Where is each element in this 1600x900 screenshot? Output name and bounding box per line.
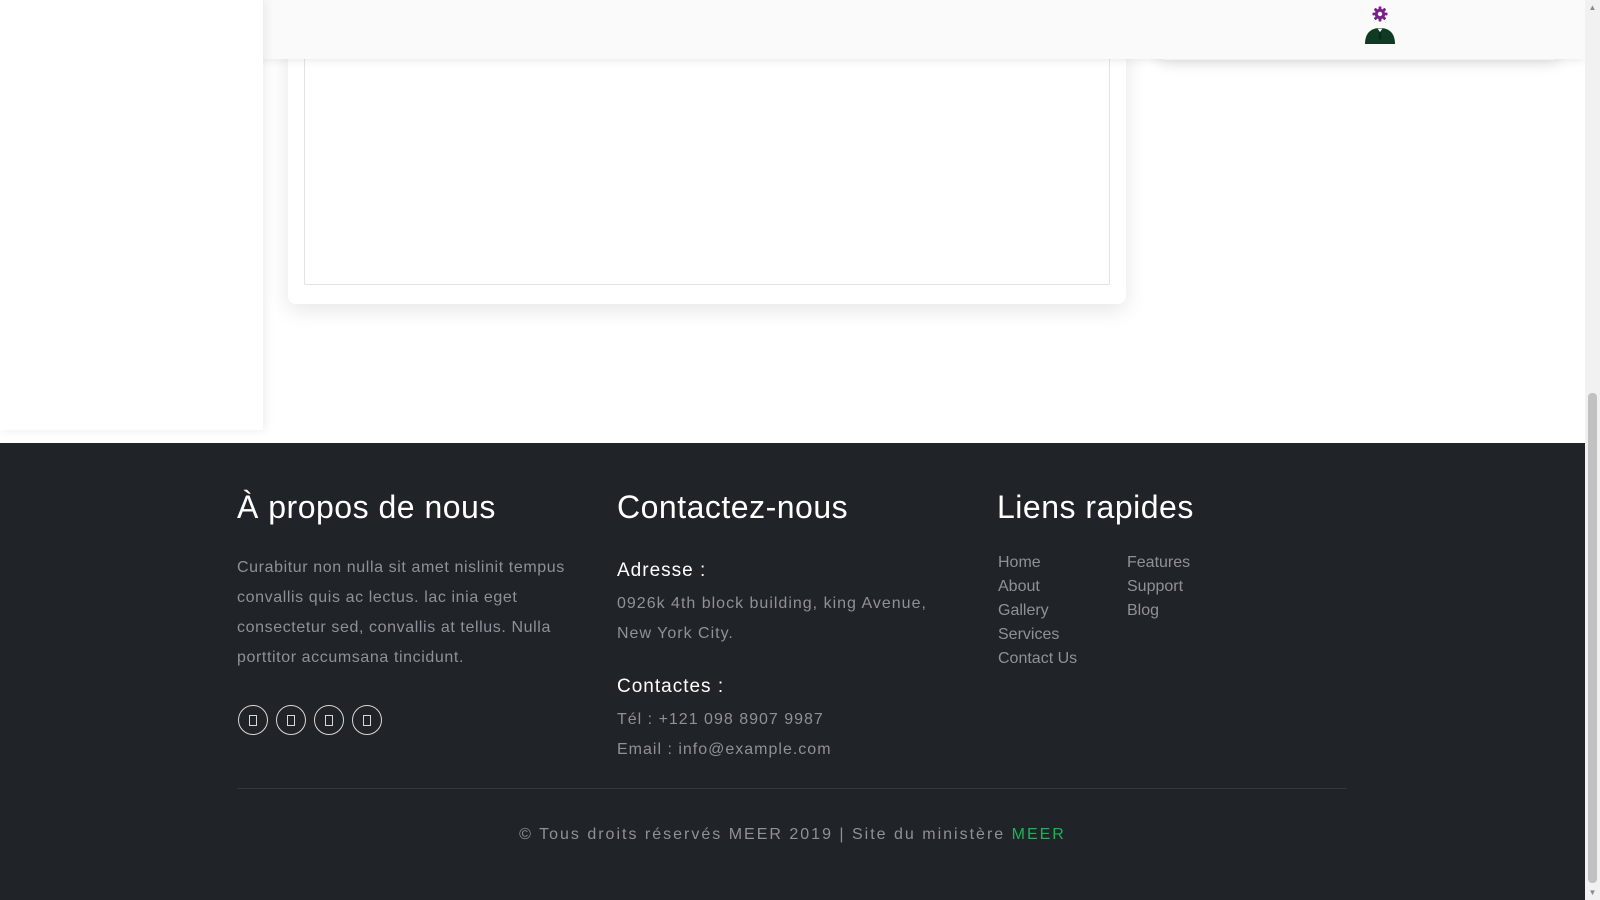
facebook-icon[interactable] [238, 705, 268, 735]
footer-link-home[interactable]: Home [998, 551, 1077, 575]
email-prefix: Email : [617, 741, 679, 758]
linkedin-icon[interactable] [352, 705, 382, 735]
user-gear-icon [1365, 6, 1395, 44]
contact-details: Tél : +121 098 8907 9987 Email : info@ex… [617, 705, 832, 765]
sidebar-panel [0, 0, 263, 430]
page-scrollbar[interactable]: ▲ ▼ [1585, 0, 1600, 900]
address-line-1: 0926k 4th block building, king Avenue, [617, 595, 927, 612]
footer-link-services[interactable]: Services [998, 623, 1077, 647]
phone-line: Tél : +121 098 8907 9987 [617, 705, 832, 735]
scroll-down-arrow-icon[interactable]: ▼ [1585, 885, 1600, 900]
copyright-text: © Tous droits réservés MEER 2019 | Site … [519, 826, 1012, 843]
missing-glyph-icon [249, 714, 257, 726]
content-card [288, 20, 1126, 304]
contacts-label: Contactes : [617, 676, 725, 697]
footer-divider [237, 788, 1347, 789]
scroll-up-arrow-icon[interactable]: ▲ [1585, 0, 1600, 15]
footer-link-about[interactable]: About [998, 575, 1077, 599]
site-footer: À propos de nous Curabitur non nulla sit… [0, 443, 1585, 900]
address-text: 0926k 4th block building, king Avenue, N… [617, 589, 927, 649]
admin-avatar[interactable] [1362, 4, 1398, 44]
about-description: Curabitur non nulla sit amet nislinit te… [237, 559, 565, 666]
missing-glyph-icon [325, 714, 333, 726]
phone-number[interactable]: +121 098 8907 9987 [659, 711, 824, 728]
footer-link-gallery[interactable]: Gallery [998, 599, 1077, 623]
quick-links-column-2: Features Support Blog [1127, 551, 1190, 623]
scrollbar-thumb[interactable] [1588, 393, 1597, 883]
address-line-2: New York City. [617, 625, 734, 642]
social-links [238, 705, 382, 735]
footer-link-features[interactable]: Features [1127, 551, 1190, 575]
footer-link-blog[interactable]: Blog [1127, 599, 1190, 623]
missing-glyph-icon [287, 714, 295, 726]
copyright-notice: © Tous droits réservés MEER 2019 | Site … [0, 826, 1585, 844]
instagram-icon[interactable] [314, 705, 344, 735]
email-line: Email : info@example.com [617, 735, 832, 765]
contact-title: Contactez-nous [617, 489, 849, 525]
about-title: À propos de nous [237, 489, 496, 525]
email-link[interactable]: info@example.com [678, 741, 831, 758]
footer-link-support[interactable]: Support [1127, 575, 1190, 599]
quick-links-title: Liens rapides [997, 489, 1194, 525]
address-label: Adresse : [617, 560, 707, 581]
phone-prefix: Tél : [617, 711, 659, 728]
content-frame [304, 30, 1110, 285]
meer-link[interactable]: MEER [1012, 826, 1066, 843]
footer-link-contact-us[interactable]: Contact Us [998, 647, 1077, 671]
missing-glyph-icon [363, 714, 371, 726]
quick-links-column-1: Home About Gallery Services Contact Us [998, 551, 1077, 671]
twitter-icon[interactable] [276, 705, 306, 735]
